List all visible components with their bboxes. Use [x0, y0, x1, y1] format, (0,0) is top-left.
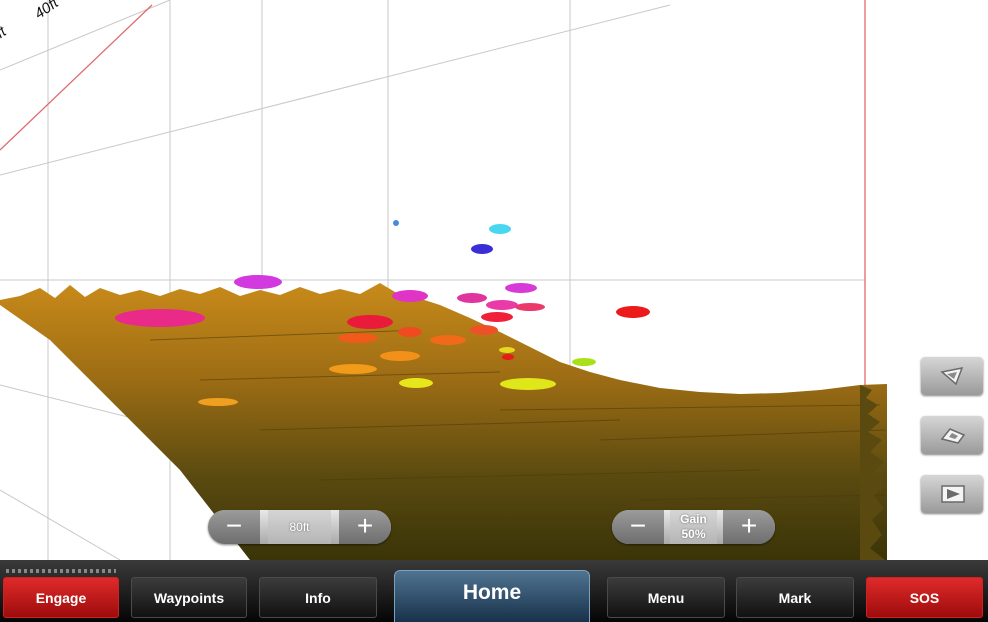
target-yellow — [399, 378, 433, 388]
target-red-small — [502, 354, 514, 360]
waypoints-button[interactable]: Waypoints — [131, 577, 247, 618]
gain-increase-button[interactable]: + — [723, 510, 775, 544]
target-blue — [471, 244, 493, 254]
sos-button[interactable]: SOS — [866, 577, 983, 618]
range-increase-button[interactable]: + — [339, 510, 391, 544]
target-pink — [486, 300, 518, 310]
target-cyan — [489, 224, 511, 234]
view-angle-forward-button[interactable] — [921, 357, 983, 395]
target-magenta — [392, 290, 428, 302]
range-control: − 80ft + — [208, 510, 391, 544]
info-button[interactable]: Info — [259, 577, 377, 618]
gain-value: 50% — [681, 527, 706, 541]
target-yellow — [499, 347, 515, 353]
target-pink — [115, 309, 205, 327]
gain-readout: Gain 50% — [670, 510, 717, 544]
mark-button[interactable]: Mark — [736, 577, 854, 618]
target-magenta — [457, 293, 487, 303]
target-orange — [430, 335, 466, 345]
sonar-screen: 40ft ft − 80ft + − Gain 50% + Engage Way… — [0, 0, 988, 622]
gain-decrease-button[interactable]: − — [612, 510, 664, 544]
target-orange — [380, 351, 420, 361]
view-angle-side-icon — [940, 428, 966, 444]
gain-label: Gain — [680, 512, 707, 526]
gain-control: − Gain 50% + — [612, 510, 775, 544]
menu-button[interactable]: Menu — [607, 577, 725, 618]
view-angle-side-button[interactable] — [921, 416, 983, 454]
target-orange-red — [338, 333, 378, 343]
range-value: 80ft — [268, 510, 331, 544]
target-orange — [329, 364, 377, 374]
view-angle-flat-button[interactable] — [921, 475, 983, 513]
target-red — [481, 312, 513, 322]
target-magenta — [234, 275, 282, 289]
target-orange-red — [470, 325, 498, 335]
range-decrease-button[interactable]: − — [208, 510, 260, 544]
target-red — [347, 315, 393, 329]
target-small-blue — [393, 220, 399, 226]
target-pink — [515, 303, 545, 311]
page-indicator-dots — [6, 569, 116, 573]
depth-reference-line — [0, 4, 153, 151]
target-magenta — [505, 283, 537, 293]
target-orange-red — [398, 327, 422, 337]
target-orange — [198, 398, 238, 406]
sonar-3d-view[interactable] — [0, 0, 988, 560]
engage-button[interactable]: Engage — [3, 577, 119, 618]
target-red — [616, 306, 650, 318]
target-yellow — [500, 378, 556, 390]
home-button[interactable]: Home — [394, 570, 590, 622]
view-angle-flat-icon — [941, 485, 965, 503]
target-green — [572, 358, 596, 366]
view-angle-forward-icon — [940, 366, 964, 386]
